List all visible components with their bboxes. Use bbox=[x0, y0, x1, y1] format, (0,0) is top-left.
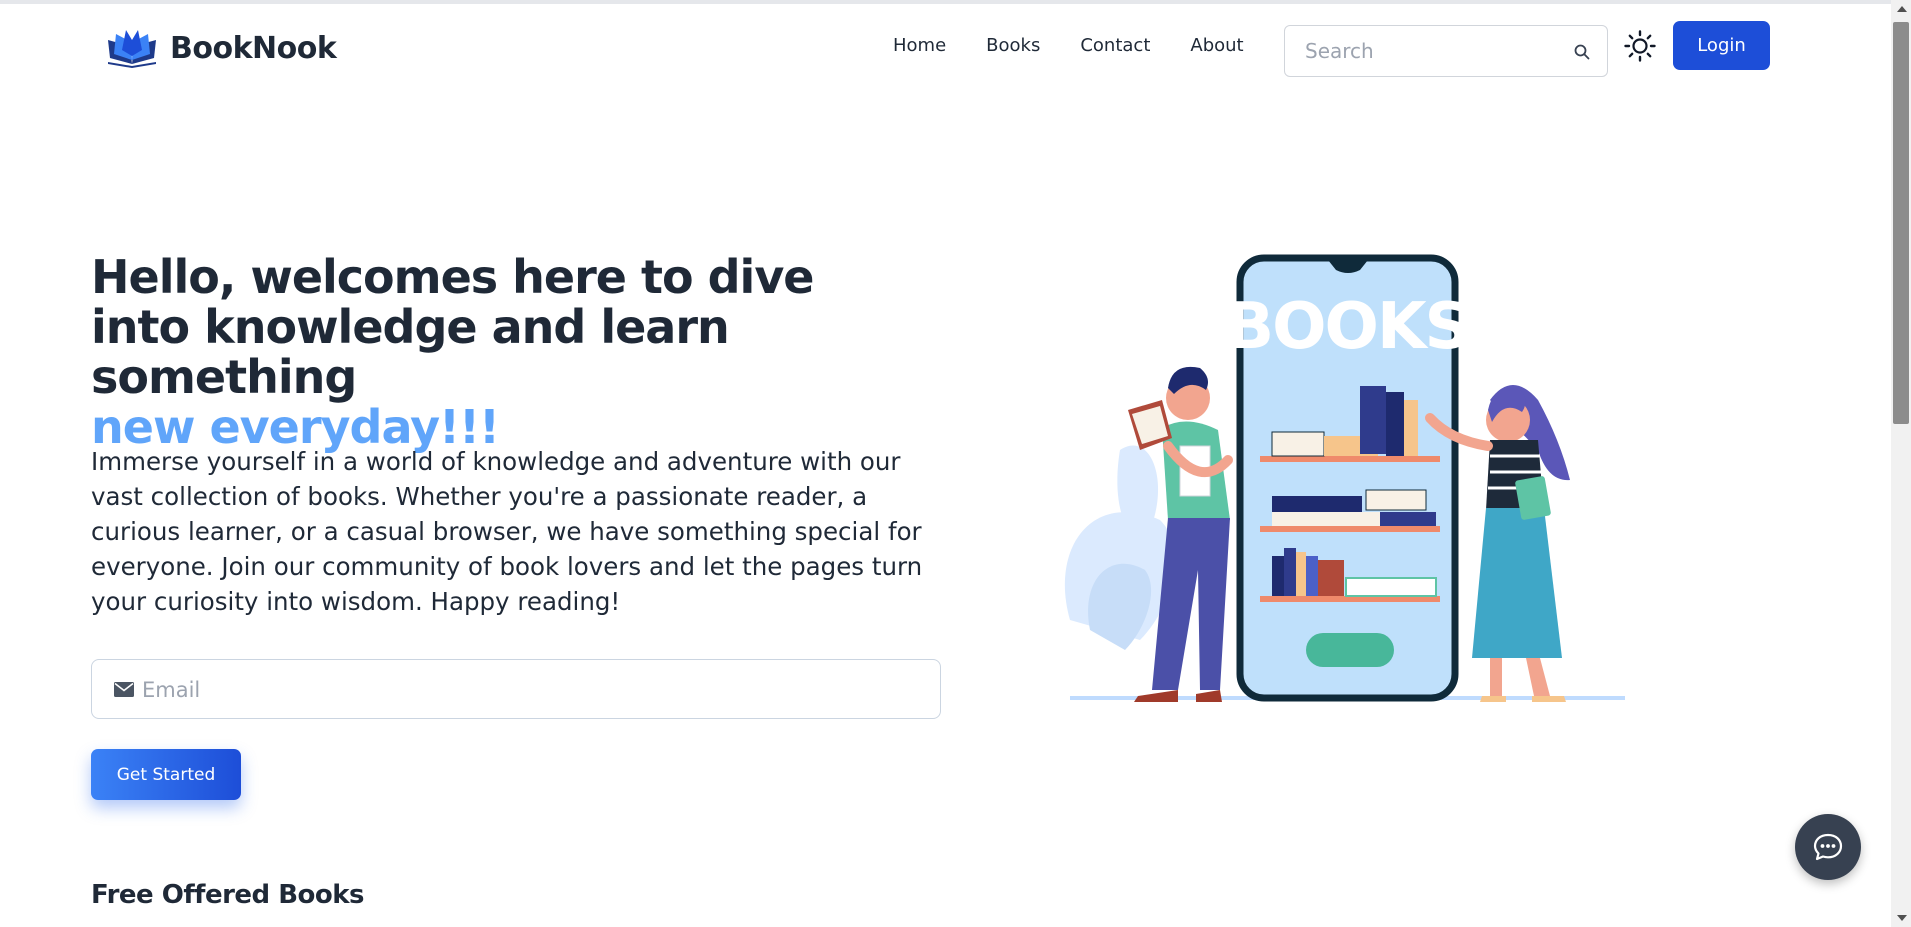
login-button[interactable]: Login bbox=[1673, 21, 1770, 70]
free-books-heading: Free Offered Books bbox=[91, 880, 365, 910]
email-input[interactable] bbox=[142, 674, 902, 706]
nav-link-books[interactable]: Books bbox=[986, 35, 1040, 56]
nav-link-about[interactable]: About bbox=[1190, 35, 1243, 56]
nav-link-contact[interactable]: Contact bbox=[1080, 35, 1150, 56]
hero-title: Hello, welcomes here to dive into knowle… bbox=[91, 252, 871, 452]
email-field-wrapper bbox=[91, 659, 941, 719]
chat-bubble-icon bbox=[1813, 833, 1843, 861]
search-box bbox=[1284, 25, 1608, 77]
chat-button[interactable] bbox=[1795, 814, 1861, 880]
navbar: BookNook Home Books Contact About Login bbox=[0, 4, 1891, 90]
search-input[interactable] bbox=[1305, 36, 1565, 66]
main-nav: Home Books Contact About bbox=[893, 35, 1284, 56]
phone-graphic: BOOKS bbox=[1225, 254, 1471, 702]
open-book-logo-icon bbox=[108, 30, 156, 68]
nav-link-home[interactable]: Home bbox=[893, 35, 946, 56]
scrollbar-thumb[interactable] bbox=[1893, 22, 1909, 424]
page-scrollbar[interactable] bbox=[1891, 0, 1911, 927]
search-icon[interactable] bbox=[1573, 43, 1591, 61]
books-phone-illustration: BOOKS bbox=[1064, 254, 1625, 702]
scroll-down-arrow-icon[interactable] bbox=[1897, 915, 1907, 921]
brand-name: BookNook bbox=[170, 30, 337, 66]
mail-icon bbox=[114, 682, 134, 697]
get-started-button[interactable]: Get Started bbox=[91, 749, 241, 800]
hero-description: Immerse yourself in a world of knowledge… bbox=[91, 447, 923, 616]
phone-sign-text: BOOKS bbox=[1225, 290, 1468, 364]
hero-title-main: Hello, welcomes here to dive into knowle… bbox=[91, 250, 815, 404]
sun-icon[interactable] bbox=[1624, 30, 1656, 62]
scroll-up-arrow-icon[interactable] bbox=[1897, 6, 1907, 12]
brand-logo[interactable]: BookNook bbox=[106, 28, 337, 68]
